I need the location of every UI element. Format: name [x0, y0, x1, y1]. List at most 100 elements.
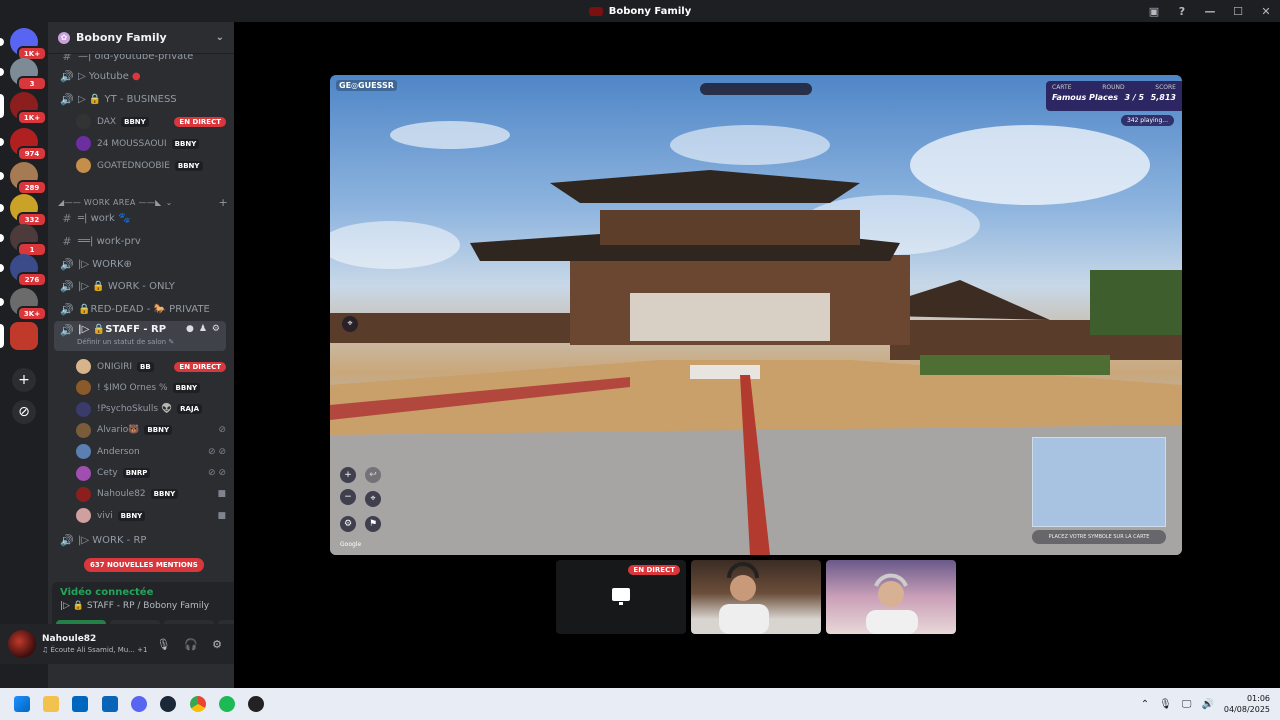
settings-icon[interactable]: ⚙	[212, 324, 220, 334]
voice-user[interactable]: GOATEDNOOBIE BBNY	[76, 155, 226, 176]
discord-icon[interactable]	[131, 696, 147, 712]
unread-indicator	[0, 204, 4, 212]
inbox-icon[interactable]: ▣	[1140, 0, 1168, 22]
place-guess-button[interactable]: PLACEZ VOTRE SYMBOLE SUR LA CARTE	[1032, 530, 1166, 544]
server-icon: ✿	[58, 31, 70, 44]
map-name: Famous Places	[1052, 93, 1118, 102]
live-badge[interactable]: EN DIRECT	[174, 361, 226, 372]
clock-date: 04/08/2025	[1223, 705, 1270, 714]
discover-icon[interactable]: ⊘	[12, 400, 36, 424]
channel-work-only[interactable]: 🔊 |▷ 🔒 WORK - ONLY	[54, 276, 226, 297]
channel-work-prv[interactable]: # ══| work-prv	[54, 231, 226, 252]
windows-start-icon[interactable]	[14, 696, 30, 712]
unread-badge: 276	[17, 272, 47, 287]
channel-youtube[interactable]: 🔊 ▷ Youtube ●	[54, 66, 226, 87]
voice-user-name: !PsychoSkulls 👽	[97, 404, 173, 415]
outlook-icon[interactable]	[102, 696, 118, 712]
live-badge[interactable]: EN DIRECT	[174, 116, 226, 127]
add-member-icon[interactable]: ♟	[199, 324, 207, 334]
add-channel-icon[interactable]: +	[218, 196, 228, 209]
headphones-icon[interactable]: 🎧	[184, 638, 198, 651]
avatar[interactable]	[8, 630, 36, 658]
unread-indicator	[0, 138, 4, 146]
microphone-icon[interactable]: 🎙	[1159, 699, 1172, 710]
webcam-person-2	[866, 573, 918, 634]
voice-user[interactable]: ! $IMO Ornes % BBNY	[76, 377, 226, 398]
clock[interactable]: 01:06 04/08/2025	[1224, 693, 1270, 715]
stream-tile-screen[interactable]: EN DIRECT	[556, 560, 686, 634]
undo-icon[interactable]: ↩	[365, 467, 381, 483]
settings-icon[interactable]: ⚙	[340, 516, 356, 532]
chat-icon[interactable]: ●	[186, 324, 194, 334]
hash-icon: #	[62, 212, 72, 225]
avatar	[76, 380, 91, 396]
zoom-out-button[interactable]: −	[340, 489, 356, 505]
store-icon[interactable]	[72, 696, 88, 712]
channel-staff-rp[interactable]: 🔊 |▷ 🔒STAFF - RP ● ♟ ⚙ Définir un statut de…	[54, 321, 226, 351]
server-tag: RAJA	[177, 404, 203, 415]
obs-icon[interactable]	[248, 696, 264, 712]
spotify-icon[interactable]	[219, 696, 235, 712]
close-button[interactable]: ✕	[1252, 0, 1280, 22]
user-status: ♫ Écoute Ali Ssamid, Mu...	[42, 646, 135, 654]
voice-user[interactable]: ONIGIRI BB EN DIRECT	[76, 356, 226, 377]
channel-status[interactable]: Définir un statut de salon ✎	[77, 338, 174, 346]
channel-work[interactable]: # ═| work 🐾	[54, 208, 226, 229]
unread-badge: 1K+	[17, 110, 47, 125]
new-mentions-badge[interactable]: 637 NOUVELLES MENTIONS	[84, 558, 204, 572]
voice-user[interactable]: vivi BBNY ■	[76, 505, 226, 526]
chevron-down-icon[interactable]: ⌄	[216, 32, 224, 43]
volume-icon[interactable]: 🔊	[1201, 699, 1213, 710]
channel-work-o[interactable]: 🔊 |▷ WORK⊕	[54, 254, 226, 275]
channel-work-rp[interactable]: 🔊 |▷ WORK - RP	[54, 530, 226, 551]
guess-minimap[interactable]	[1032, 437, 1166, 527]
chrome-icon[interactable]	[190, 696, 206, 712]
voice-user-name: ! $IMO Ornes %	[97, 382, 168, 393]
username: Nahoule82	[42, 634, 97, 644]
webcam-tile-1[interactable]	[691, 560, 821, 634]
hash-icon: #	[62, 235, 72, 248]
flag-icon[interactable]: ⚑	[365, 516, 381, 532]
speaker-icon: 🔊	[60, 324, 74, 337]
voice-channel[interactable]: |▷ 🔒 STAFF - RP / Bobony Family	[60, 601, 209, 611]
status-extra: +1	[137, 646, 148, 654]
muted-icon: ■	[217, 510, 226, 521]
display-icon[interactable]: 🖵	[1182, 699, 1192, 710]
voice-user[interactable]: Alvario🐻 BBNY ⊘	[76, 420, 226, 441]
screen-share-view[interactable]: GE◎GUESSR CARTE ROUND SCORE Famous Place…	[330, 75, 1182, 555]
gear-icon[interactable]: ⚙	[212, 638, 222, 651]
avatar	[76, 444, 91, 460]
server-tag: BB	[137, 361, 154, 372]
voice-user[interactable]: Nahoule82 BBNY ■	[76, 484, 226, 505]
help-icon[interactable]: ?	[1168, 0, 1196, 22]
channel-sidebar: ✿ Bobony Family ⌄ # —| old-youtube-privat…	[48, 22, 274, 688]
video-tiles: EN DIRECT	[556, 560, 956, 634]
server-tag: BBNY	[174, 160, 203, 171]
server-icon-10[interactable]	[10, 322, 38, 350]
voice-user[interactable]: Cety BNRP ⊘ ⊘	[76, 463, 226, 484]
maximize-button[interactable]: ☐	[1224, 0, 1252, 22]
minimize-button[interactable]: —	[1196, 0, 1224, 22]
location-pin-icon[interactable]: ⌖	[342, 316, 358, 332]
zoom-in-button[interactable]: +	[340, 467, 356, 483]
steam-icon[interactable]	[160, 696, 176, 712]
channel-red-dead[interactable]: 🔊 🔒RED-DEAD - 🐎 PRIVATE	[54, 299, 226, 320]
return-start-icon[interactable]: ⌖	[365, 491, 381, 507]
voice-user[interactable]: Anderson ⊘ ⊘	[76, 441, 226, 462]
server-tag: BBNY	[117, 510, 146, 521]
chevron-up-icon[interactable]: ⌃	[1141, 699, 1149, 710]
server-tag: BBNY	[172, 382, 201, 393]
voice-user[interactable]: !PsychoSkulls 👽 RAJA	[76, 399, 226, 420]
voice-status[interactable]: Vidéo connectée	[60, 587, 153, 598]
microphone-icon[interactable]: 🎙	[156, 638, 170, 651]
voice-user[interactable]: 24 MOUSSAOUI BBNY	[76, 133, 226, 154]
round-value: 3 / 5	[1124, 93, 1145, 102]
add-server-icon[interactable]: +	[12, 368, 36, 392]
webcam-tile-2[interactable]	[826, 560, 956, 634]
file-explorer-icon[interactable]	[43, 696, 59, 712]
voice-user[interactable]: DAX BBNY EN DIRECT	[76, 111, 226, 132]
stream-stage: GE◎GUESSR CARTE ROUND SCORE Famous Place…	[234, 22, 1280, 688]
unread-badge: 289	[17, 180, 47, 195]
server-header[interactable]: ✿ Bobony Family ⌄	[48, 22, 234, 54]
channel-yt-business[interactable]: 🔊 ▷ 🔒 YT - BUSINESS	[54, 89, 226, 110]
